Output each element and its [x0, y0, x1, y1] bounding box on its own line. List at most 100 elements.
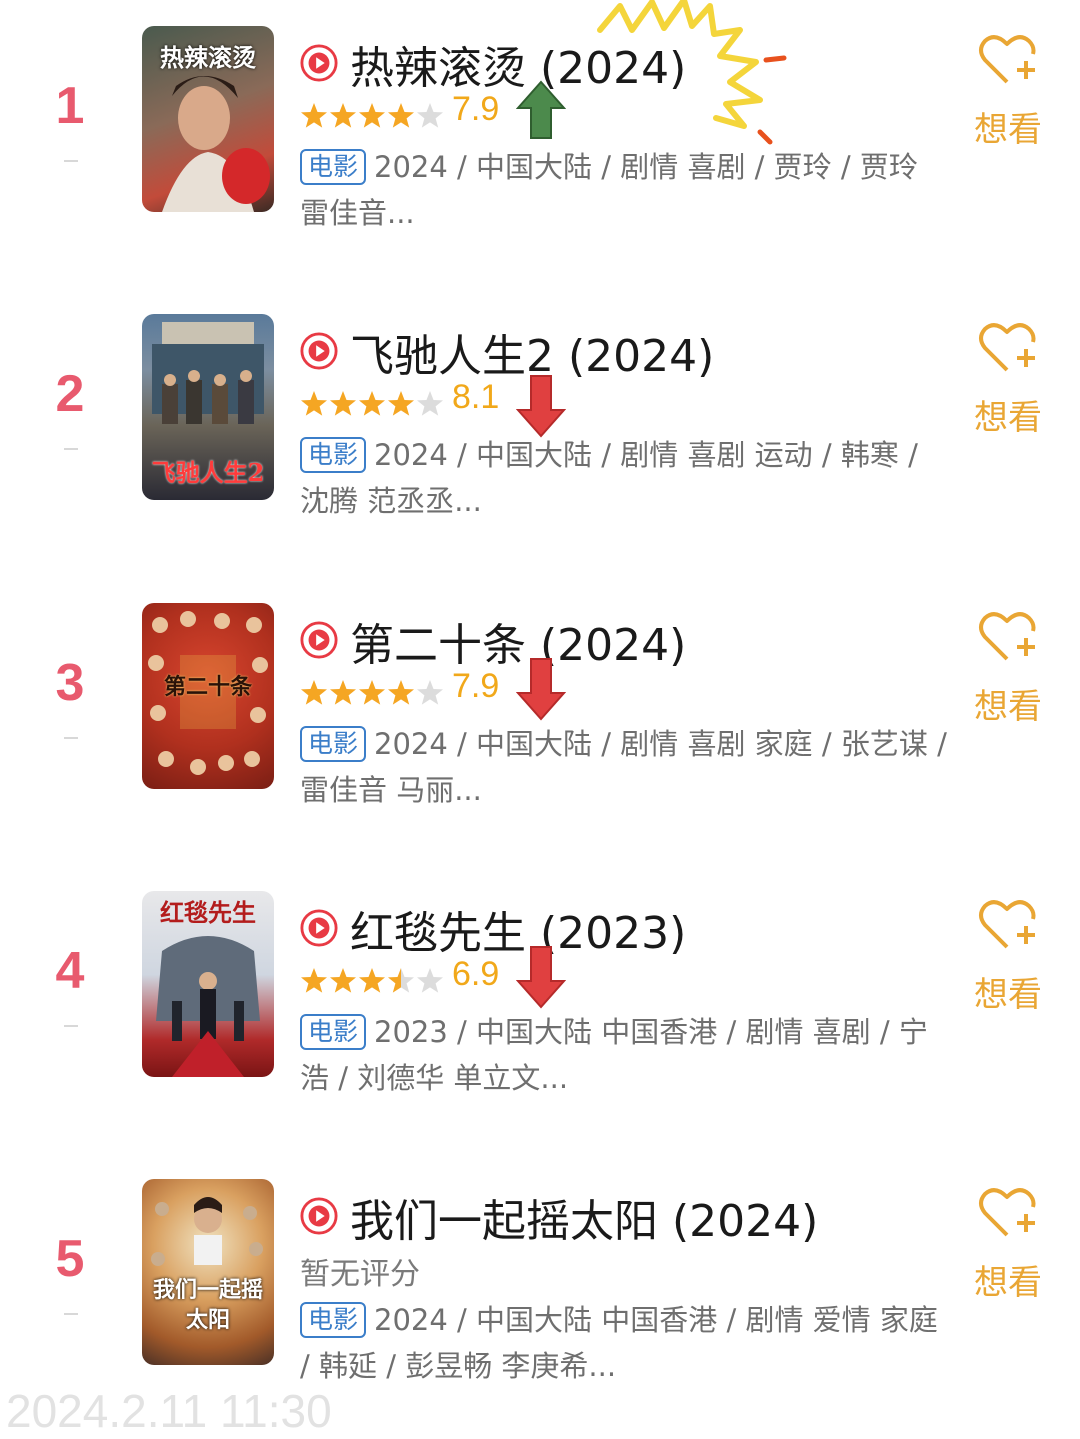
movie-poster[interactable]: 飞驰人生2: [142, 314, 274, 500]
trend-down-arrow: [516, 375, 566, 438]
meta-line-2: / 韩延 / 彭昱畅 李庚希...: [300, 1349, 617, 1383]
rank-change-indicator: [64, 160, 78, 162]
stars-svg: [301, 391, 443, 416]
rank-number: 2: [55, 365, 85, 423]
want-label: 想看: [974, 687, 1042, 727]
meta-line-1: 2023 / 中国大陆 中国香港 / 剧情 喜剧 / 宁: [374, 1015, 928, 1049]
meta-line-2: 雷佳音 马丽...: [300, 773, 482, 807]
trend-up-arrow: [516, 80, 566, 139]
poster-title: 第二十条: [163, 674, 252, 700]
type-tag: 电影: [300, 1014, 367, 1050]
star-icon: [359, 103, 385, 128]
play-icon[interactable]: [300, 621, 338, 659]
play-icon[interactable]: [300, 909, 338, 947]
meta-line-1: 2024 / 中国大陆 中国香港 / 剧情 爱情 家庭: [374, 1303, 938, 1337]
meta-line-1: 2024 / 中国大陆 / 剧情 喜剧 家庭 / 张艺谋 /: [374, 727, 947, 761]
rating-score: 8.1: [452, 378, 500, 416]
heart-plus-icon: [979, 323, 1036, 372]
rank-change-indicator: [64, 448, 78, 450]
trend-down-arrow: [516, 946, 566, 1009]
want-label: 想看: [974, 110, 1042, 150]
sparkle-doodle: [597, 0, 787, 145]
trend-down-arrow: [516, 658, 566, 721]
movie-row-3[interactable]: 3 第二十条 第二十条 (2024) 7.9 电影 2024 / 中国大陆 / 剧…: [0, 603, 1080, 833]
movie-poster[interactable]: 我们一起摇太阳: [142, 1179, 274, 1365]
star-icon: [301, 968, 327, 993]
meta-line-1: 2024 / 中国大陆 / 剧情 喜剧 / 贾玲 / 贾玲: [374, 150, 918, 184]
poster-title: 我们一起摇太阳: [152, 1277, 263, 1333]
rank-number: 3: [55, 654, 85, 712]
poster-title: 飞驰人生2: [151, 458, 265, 487]
heart-plus-icon: [979, 900, 1036, 949]
play-icon[interactable]: [300, 44, 338, 82]
star-icon: [388, 680, 414, 705]
star-rating: [300, 388, 445, 418]
rank-change-indicator: [64, 737, 78, 739]
star-icon: [330, 103, 356, 128]
poster-art: [162, 76, 270, 212]
star-icon: [330, 680, 356, 705]
movie-poster[interactable]: 热辣滚烫: [142, 26, 274, 212]
star-icon: [359, 680, 385, 705]
meta-line-2: 浩 / 刘德华 单立文...: [300, 1061, 569, 1095]
heart-plus-icon: [979, 1188, 1036, 1237]
play-icon[interactable]: [300, 332, 338, 370]
timestamp-watermark: 2024.2.11 11:30: [6, 1385, 332, 1437]
star-rating: [300, 100, 445, 130]
star-icon: [330, 968, 356, 993]
star-icon: [417, 103, 443, 128]
type-tag: 电影: [300, 1302, 367, 1338]
movie-meta: 电影 2024 / 中国大陆 / 剧情 喜剧 运动 / 韩寒 / 沈腾 范丞丞..…: [300, 432, 970, 524]
star-icon: [359, 968, 385, 993]
want-to-watch-button[interactable]: 想看: [960, 32, 1056, 151]
star-icon: [417, 968, 443, 993]
rank-number: 5: [55, 1230, 85, 1288]
meta-line-1: 2024 / 中国大陆 / 剧情 喜剧 运动 / 韩寒 /: [374, 438, 918, 472]
movie-row-4[interactable]: 4 红毯先生 红毯先生 (2023) 6.9 电影 2023 / 中国大陆 中国香…: [0, 891, 1080, 1121]
star-icon: [388, 968, 414, 993]
movie-meta: 电影 2024 / 中国大陆 中国香港 / 剧情 爱情 家庭 / 韩延 / 彭昱畅…: [300, 1297, 970, 1389]
star-rating: [300, 965, 445, 995]
want-to-watch-button[interactable]: 想看: [960, 1185, 1056, 1304]
want-to-watch-button[interactable]: 想看: [960, 897, 1056, 1016]
movie-row-2[interactable]: 2 飞驰人生2 飞驰人生2 (2024) 8.1 电影 2024 / 中国大陆 /…: [0, 314, 1080, 544]
rating-score: 6.9: [452, 955, 500, 993]
want-to-watch-button[interactable]: 想看: [960, 320, 1056, 439]
heart-plus-icon: [979, 35, 1036, 84]
movie-row-5[interactable]: 5 我们一起摇太阳 我们一起摇太阳 (2024) 暂无评分 电影 2024 / 中…: [0, 1179, 1080, 1409]
movie-meta: 电影 2024 / 中国大陆 / 剧情 喜剧 / 贾玲 / 贾玲 雷佳音...: [300, 144, 970, 236]
type-tag: 电影: [300, 726, 367, 762]
star-icon: [301, 391, 327, 416]
type-tag: 电影: [300, 149, 367, 185]
star-icon: [388, 391, 414, 416]
star-icon: [388, 103, 414, 128]
rating-score: 7.9: [452, 667, 500, 705]
play-icon[interactable]: [300, 1197, 338, 1235]
heart-plus-icon: [979, 612, 1036, 661]
star-rating: [300, 677, 445, 707]
movie-row-1[interactable]: 1 热辣滚烫 热辣滚烫 (2024) 7.9 电影 2024 / 中国大陆 / 剧…: [0, 0, 1080, 256]
movie-title[interactable]: 我们一起摇太阳 (2024): [350, 1185, 818, 1249]
want-to-watch-button[interactable]: 想看: [960, 609, 1056, 728]
type-tag: 电影: [300, 437, 367, 473]
star-icon: [301, 680, 327, 705]
rank-number: 1: [55, 77, 85, 135]
star-icon: [330, 391, 356, 416]
stars-svg: [301, 968, 443, 993]
meta-line-2: 雷佳音...: [300, 196, 415, 230]
movie-meta: 电影 2023 / 中国大陆 中国香港 / 剧情 喜剧 / 宁 浩 / 刘德华 单…: [300, 1009, 970, 1101]
rank-change-indicator: [64, 1313, 78, 1315]
want-label: 想看: [974, 1263, 1042, 1303]
stars-svg: [301, 680, 443, 705]
movie-poster[interactable]: 第二十条: [142, 603, 274, 789]
rating-score: 7.9: [452, 90, 500, 128]
star-icon: [301, 103, 327, 128]
rank-number: 4: [55, 942, 85, 1000]
star-icon: [359, 391, 385, 416]
star-icon: [417, 391, 443, 416]
no-rating-text: 暂无评分: [300, 1257, 420, 1292]
meta-line-2: 沈腾 范丞丞...: [300, 484, 482, 518]
movie-meta: 电影 2024 / 中国大陆 / 剧情 喜剧 家庭 / 张艺谋 / 雷佳音 马丽.…: [300, 721, 970, 813]
poster-art: [156, 936, 260, 1077]
movie-poster[interactable]: 红毯先生: [142, 891, 274, 1077]
